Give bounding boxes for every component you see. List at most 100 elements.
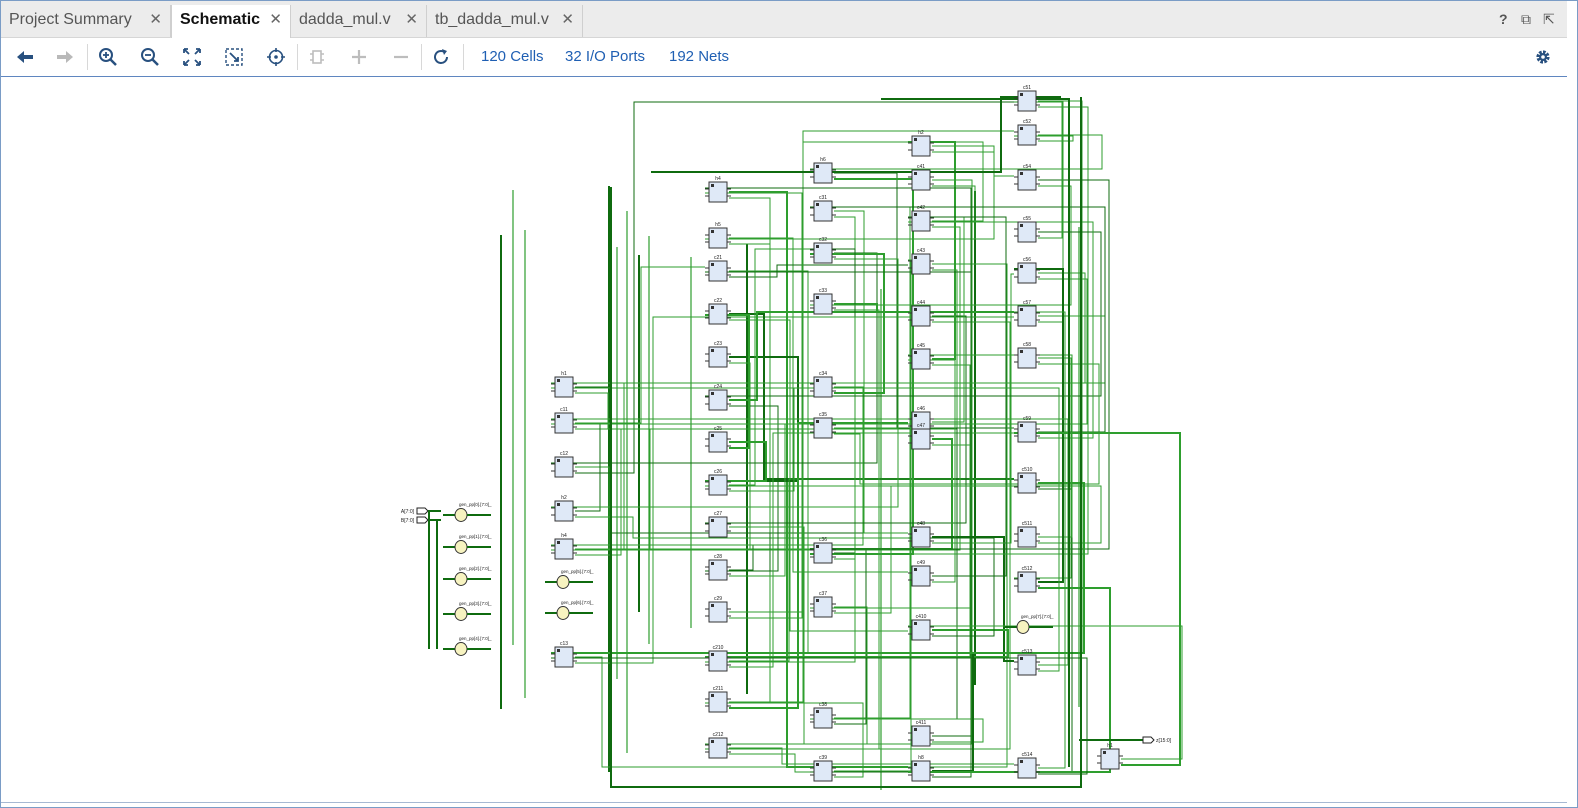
net-wire[interactable] [810, 185, 1072, 306]
cell-instance[interactable]: c58 [1014, 342, 1040, 369]
schematic-diagram[interactable]: h1 c11 c12 h2 h4 c13 h4 h5 c21 c22 c23 c24 c25 c26 c27… [1, 77, 1567, 802]
cell-instance[interactable]: c23 [705, 341, 731, 368]
cell-instance[interactable]: c35 [810, 412, 836, 439]
pp-buffer[interactable]: gen_pp[3].[7:0]_ [443, 601, 492, 621]
net-wire[interactable] [908, 354, 1073, 538]
pp-buffer[interactable]: gen_pp[7].[7:0]_ [1005, 614, 1054, 634]
forward-button[interactable] [51, 43, 79, 71]
input-port[interactable]: A[7:0] [401, 507, 441, 515]
net-wire[interactable] [705, 185, 976, 240]
cell-instance[interactable]: c211 [705, 686, 731, 713]
cell-instance[interactable]: c48 [908, 521, 934, 548]
pp-buffer[interactable]: gen_pp[5].[7:0]_ [545, 569, 594, 589]
net-wire[interactable] [551, 444, 971, 659]
zoom-fit-button[interactable] [178, 43, 206, 71]
net-wire[interactable] [575, 656, 908, 768]
output-port[interactable]: z[15:0] [1079, 736, 1172, 744]
net-wire[interactable] [575, 386, 908, 534]
cell-instance[interactable]: c210 [705, 645, 731, 672]
net-wire[interactable] [810, 427, 958, 720]
cell-instance[interactable]: c410 [908, 614, 934, 641]
io-ports-count-link[interactable]: 32 I/O Ports [565, 48, 645, 65]
close-icon[interactable]: ✕ [269, 5, 282, 35]
net-wire[interactable] [908, 311, 1066, 769]
cell-instance[interactable]: c38 [810, 702, 836, 729]
cell-instance[interactable]: c25 [705, 426, 731, 453]
restore-icon[interactable]: ⧉ [1521, 11, 1531, 28]
cell-instance[interactable]: c56 [1014, 257, 1040, 284]
cell-instance[interactable]: c37 [810, 591, 836, 618]
net-wire[interactable] [705, 271, 972, 778]
refresh-button[interactable] [427, 43, 455, 71]
cell-instance[interactable]: c510 [1014, 467, 1040, 494]
cell-instance[interactable]: c212 [705, 732, 731, 759]
cell-instance[interactable]: c59 [1014, 416, 1040, 443]
cell-instance[interactable]: c36 [810, 537, 836, 564]
zoom-selection-button[interactable] [220, 43, 248, 71]
cell-instance[interactable]: c32 [810, 237, 836, 264]
cell-instance[interactable]: c12 [551, 451, 577, 478]
cells-count-link[interactable]: 120 Cells [481, 48, 544, 65]
tab-schematic[interactable]: Schematic ✕ [171, 5, 291, 38]
cell-instance[interactable]: c51 [1014, 85, 1040, 112]
pp-buffer[interactable]: gen_pp[4].[7:0]_ [443, 636, 492, 656]
net-wire[interactable] [834, 259, 912, 772]
cell-instance[interactable]: c44 [908, 300, 934, 327]
close-icon[interactable]: ✕ [561, 5, 574, 35]
cell-instance[interactable]: c57 [1014, 300, 1040, 327]
expand-button[interactable] [345, 43, 373, 71]
cell-instance[interactable]: c26 [705, 469, 731, 496]
net-wire[interactable] [705, 309, 880, 750]
net-wire[interactable] [551, 418, 1069, 666]
pp-buffer[interactable]: gen_pp[6].[7:0]_ [545, 600, 594, 620]
net-wire[interactable] [705, 702, 864, 778]
cell-instance[interactable]: c27 [705, 511, 731, 538]
cell-instance[interactable]: h5 [705, 222, 731, 249]
cell-instance[interactable]: c52 [1014, 119, 1040, 146]
net-wire[interactable] [810, 106, 1089, 555]
net-wire[interactable] [705, 485, 1102, 544]
maximize-icon[interactable]: ⇱ [1543, 11, 1555, 28]
cell-instance[interactable]: h6 [810, 157, 836, 184]
cell-instance[interactable]: c55 [1014, 216, 1040, 243]
nets-count-link[interactable]: 192 Nets [669, 48, 729, 65]
cell-instance[interactable]: c39 [810, 755, 836, 782]
schematic-canvas[interactable]: h1 c11 c12 h2 h4 c13 h4 h5 c21 c22 c23 c24 c25 c26 c27… [1, 77, 1567, 803]
net-wire[interactable] [932, 536, 1014, 662]
cell-instance[interactable]: h2 [908, 130, 934, 157]
cell-instance[interactable]: h8 [908, 755, 934, 782]
net-wire[interactable] [651, 96, 1061, 173]
cell-instance[interactable]: c411 [908, 720, 934, 747]
back-button[interactable] [11, 43, 39, 71]
cell-instance[interactable]: c49 [908, 560, 934, 587]
cell-instance[interactable]: c34 [810, 371, 836, 398]
cell-instance[interactable]: c21 [705, 255, 731, 282]
pp-buffer[interactable]: gen_pp[1].[7:0]_ [443, 534, 492, 554]
net-wire[interactable] [932, 273, 1014, 544]
cell-instance[interactable]: c33 [810, 288, 836, 315]
cell-instance[interactable]: c41 [908, 164, 934, 191]
cell-instance[interactable]: c43 [908, 248, 934, 275]
input-port[interactable]: B[7:0] [401, 516, 441, 524]
cell-instance[interactable]: c22 [705, 298, 731, 325]
cell-instance[interactable]: c29 [705, 596, 731, 623]
device-button[interactable] [303, 43, 331, 71]
zoom-out-button[interactable] [136, 43, 164, 71]
close-icon[interactable]: ✕ [405, 5, 418, 35]
net-wire[interactable] [705, 314, 750, 449]
cell-instance[interactable]: h1 [1097, 743, 1123, 770]
input-bus[interactable] [428, 511, 438, 649]
cell-instance[interactable]: c514 [1014, 752, 1040, 779]
net-wire[interactable] [551, 386, 864, 546]
cell-instance[interactable]: c13 [551, 641, 577, 668]
tab-project-summary[interactable]: Project Summary ✕ [1, 5, 171, 37]
tab-dadda-mul-v[interactable]: dadda_mul.v ✕ [291, 5, 427, 37]
tab-tb-dadda-mul-v[interactable]: tb_dadda_mul.v ✕ [427, 5, 583, 37]
auto-fit-selection-button[interactable] [262, 43, 290, 71]
cell-instance[interactable]: c512 [1014, 566, 1040, 593]
settings-button[interactable] [1529, 43, 1557, 71]
net-wire[interactable] [551, 387, 795, 492]
cell-instance[interactable]: c42 [908, 205, 934, 232]
cell-instance[interactable]: c45 [908, 343, 934, 370]
cell-instance[interactable]: h4 [551, 533, 577, 560]
